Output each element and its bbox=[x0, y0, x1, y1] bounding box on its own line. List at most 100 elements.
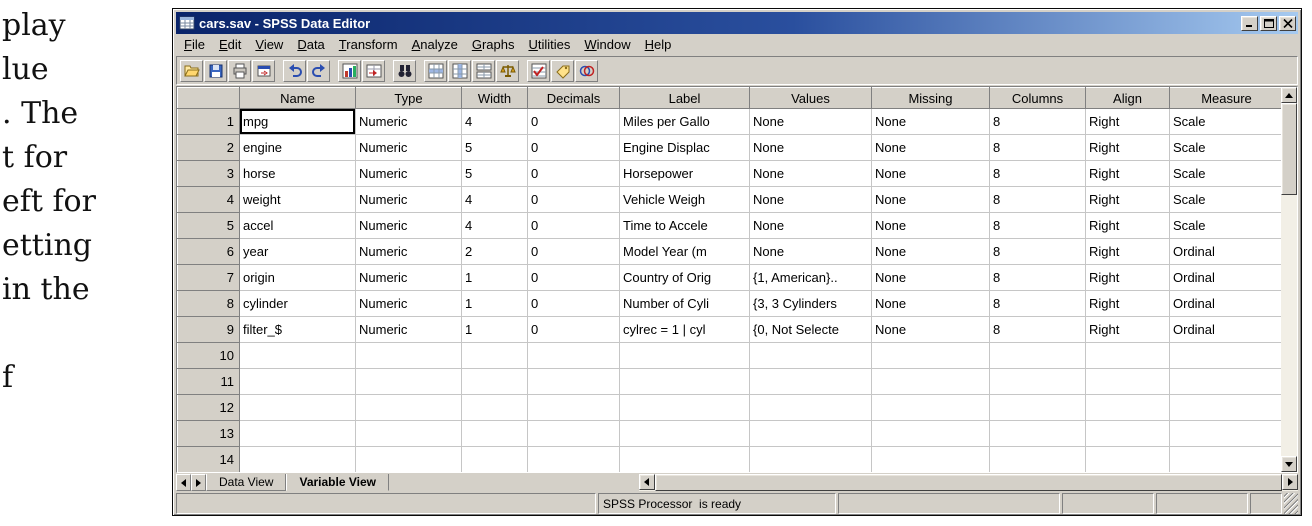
close-button[interactable] bbox=[1279, 15, 1296, 31]
use-sets-button[interactable] bbox=[575, 59, 598, 82]
cell[interactable]: cylinder bbox=[239, 290, 356, 317]
weight-cases-button[interactable] bbox=[496, 59, 519, 82]
cell[interactable] bbox=[871, 446, 990, 472]
cell[interactable] bbox=[1169, 342, 1281, 369]
cell[interactable]: weight bbox=[239, 186, 356, 213]
cell[interactable]: Right bbox=[1085, 316, 1170, 343]
cell[interactable]: Ordinal bbox=[1169, 238, 1281, 265]
minimize-button[interactable] bbox=[1241, 15, 1258, 31]
cell[interactable] bbox=[749, 420, 872, 447]
column-header-type[interactable]: Type bbox=[355, 87, 462, 109]
cell[interactable]: Ordinal bbox=[1169, 290, 1281, 317]
cell[interactable]: 0 bbox=[527, 238, 620, 265]
cell[interactable] bbox=[527, 394, 620, 421]
cell[interactable] bbox=[239, 446, 356, 472]
cell[interactable]: Numeric bbox=[355, 290, 462, 317]
cell[interactable]: Right bbox=[1085, 290, 1170, 317]
cell[interactable]: 1 bbox=[461, 290, 528, 317]
cell[interactable]: 5 bbox=[461, 160, 528, 187]
cell[interactable]: None bbox=[749, 212, 872, 239]
cell[interactable] bbox=[871, 394, 990, 421]
cell[interactable] bbox=[871, 368, 990, 395]
cell[interactable]: 0 bbox=[527, 108, 620, 135]
row-header-5[interactable]: 5 bbox=[177, 212, 240, 239]
row-header-12[interactable]: 12 bbox=[177, 394, 240, 421]
cell[interactable]: Country of Orig bbox=[619, 264, 750, 291]
menu-item-help[interactable]: Help bbox=[638, 35, 679, 54]
cell[interactable] bbox=[1085, 420, 1170, 447]
cell[interactable] bbox=[1169, 420, 1281, 447]
cell[interactable]: 8 bbox=[989, 290, 1086, 317]
cell[interactable]: 0 bbox=[527, 212, 620, 239]
cell[interactable]: Scale bbox=[1169, 160, 1281, 187]
cell[interactable]: None bbox=[871, 134, 990, 161]
cell[interactable]: Horsepower bbox=[619, 160, 750, 187]
cell[interactable] bbox=[989, 368, 1086, 395]
tab-variable-view[interactable]: Variable View bbox=[286, 474, 389, 491]
cell[interactable] bbox=[749, 394, 872, 421]
cell[interactable]: None bbox=[871, 290, 990, 317]
cell[interactable] bbox=[239, 368, 356, 395]
cell[interactable]: None bbox=[871, 186, 990, 213]
cell[interactable]: filter_$ bbox=[239, 316, 356, 343]
cell[interactable]: Numeric bbox=[355, 108, 462, 135]
row-header-6[interactable]: 6 bbox=[177, 238, 240, 265]
column-header-columns[interactable]: Columns bbox=[989, 87, 1086, 109]
cell[interactable] bbox=[1085, 342, 1170, 369]
cell[interactable]: 0 bbox=[527, 160, 620, 187]
cell[interactable]: None bbox=[871, 108, 990, 135]
cell[interactable] bbox=[619, 420, 750, 447]
cell[interactable] bbox=[1169, 446, 1281, 472]
cell[interactable] bbox=[355, 420, 462, 447]
redo-button[interactable] bbox=[307, 59, 330, 82]
menu-item-view[interactable]: View bbox=[248, 35, 290, 54]
menu-item-analyze[interactable]: Analyze bbox=[405, 35, 465, 54]
cell[interactable] bbox=[355, 368, 462, 395]
cell[interactable] bbox=[355, 342, 462, 369]
cell[interactable]: 4 bbox=[461, 108, 528, 135]
cell[interactable]: Numeric bbox=[355, 264, 462, 291]
cell[interactable]: Ordinal bbox=[1169, 316, 1281, 343]
cell[interactable] bbox=[239, 420, 356, 447]
cell[interactable]: None bbox=[749, 160, 872, 187]
row-header-1[interactable]: 1 bbox=[177, 108, 240, 135]
cell[interactable] bbox=[239, 342, 356, 369]
cell[interactable]: 1 bbox=[461, 316, 528, 343]
open-file-button[interactable] bbox=[180, 59, 203, 82]
maximize-button[interactable] bbox=[1260, 15, 1277, 31]
cell[interactable]: 0 bbox=[527, 186, 620, 213]
cell[interactable]: 0 bbox=[527, 134, 620, 161]
cell[interactable]: Right bbox=[1085, 108, 1170, 135]
cell[interactable]: 8 bbox=[989, 134, 1086, 161]
vertical-scroll-thumb[interactable] bbox=[1281, 103, 1297, 195]
cell[interactable]: Right bbox=[1085, 186, 1170, 213]
cell[interactable]: None bbox=[871, 238, 990, 265]
cell[interactable]: 8 bbox=[989, 108, 1086, 135]
cell[interactable] bbox=[461, 342, 528, 369]
cell[interactable]: None bbox=[749, 108, 872, 135]
cell[interactable] bbox=[1085, 394, 1170, 421]
cell[interactable]: Right bbox=[1085, 264, 1170, 291]
cell[interactable]: None bbox=[871, 316, 990, 343]
scroll-left-button[interactable] bbox=[638, 474, 655, 490]
cell[interactable] bbox=[527, 446, 620, 472]
cell[interactable] bbox=[989, 446, 1086, 472]
cell[interactable]: None bbox=[749, 238, 872, 265]
menu-item-window[interactable]: Window bbox=[577, 35, 637, 54]
cell[interactable]: Right bbox=[1085, 238, 1170, 265]
cell[interactable]: Number of Cyli bbox=[619, 290, 750, 317]
cell[interactable] bbox=[749, 342, 872, 369]
find-button[interactable] bbox=[393, 59, 416, 82]
save-file-button[interactable] bbox=[204, 59, 227, 82]
print-button[interactable] bbox=[228, 59, 251, 82]
cell[interactable] bbox=[989, 420, 1086, 447]
menu-item-transform[interactable]: Transform bbox=[332, 35, 405, 54]
cell[interactable]: Numeric bbox=[355, 186, 462, 213]
cell[interactable] bbox=[355, 394, 462, 421]
cell[interactable] bbox=[619, 368, 750, 395]
cell[interactable] bbox=[1169, 368, 1281, 395]
row-header-13[interactable]: 13 bbox=[177, 420, 240, 447]
cell[interactable]: 8 bbox=[989, 160, 1086, 187]
scroll-down-button[interactable] bbox=[1281, 456, 1297, 472]
cell[interactable] bbox=[527, 342, 620, 369]
